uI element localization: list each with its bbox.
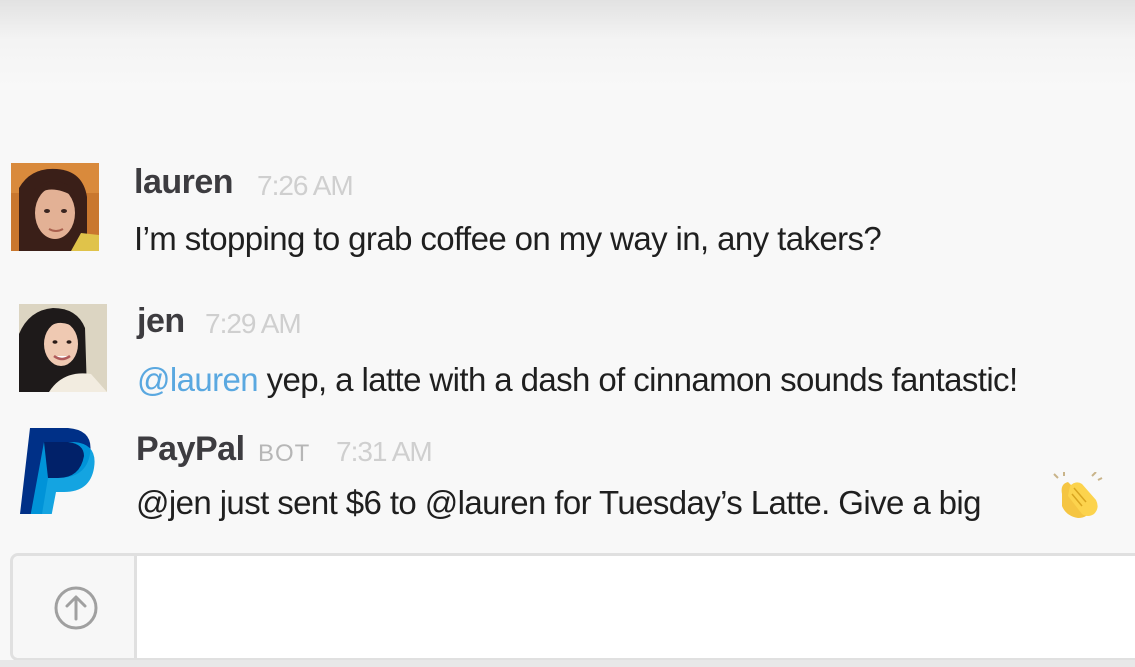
message-paypal-bot: PayPal BOT 7:31 AM @jen just sent $6 to … [0, 0, 1135, 548]
message-composer [10, 553, 1135, 661]
upload-button[interactable] [13, 556, 137, 658]
bottom-shade [0, 660, 1135, 667]
clapping-hands-icon [1052, 471, 1104, 525]
timestamp[interactable]: 7:31 AM [336, 436, 433, 468]
bot-badge: BOT [258, 440, 311, 467]
arrow-up-circle-icon [54, 586, 98, 630]
message-list: lauren 7:26 AM I’m stopping to grab coff… [0, 0, 1135, 548]
paypal-logo-icon[interactable] [16, 426, 104, 514]
message-text: @jen just sent $6 to @lauren for Tuesday… [136, 484, 981, 521]
author-name[interactable]: PayPal [136, 430, 245, 469]
message-input[interactable] [143, 556, 1133, 658]
